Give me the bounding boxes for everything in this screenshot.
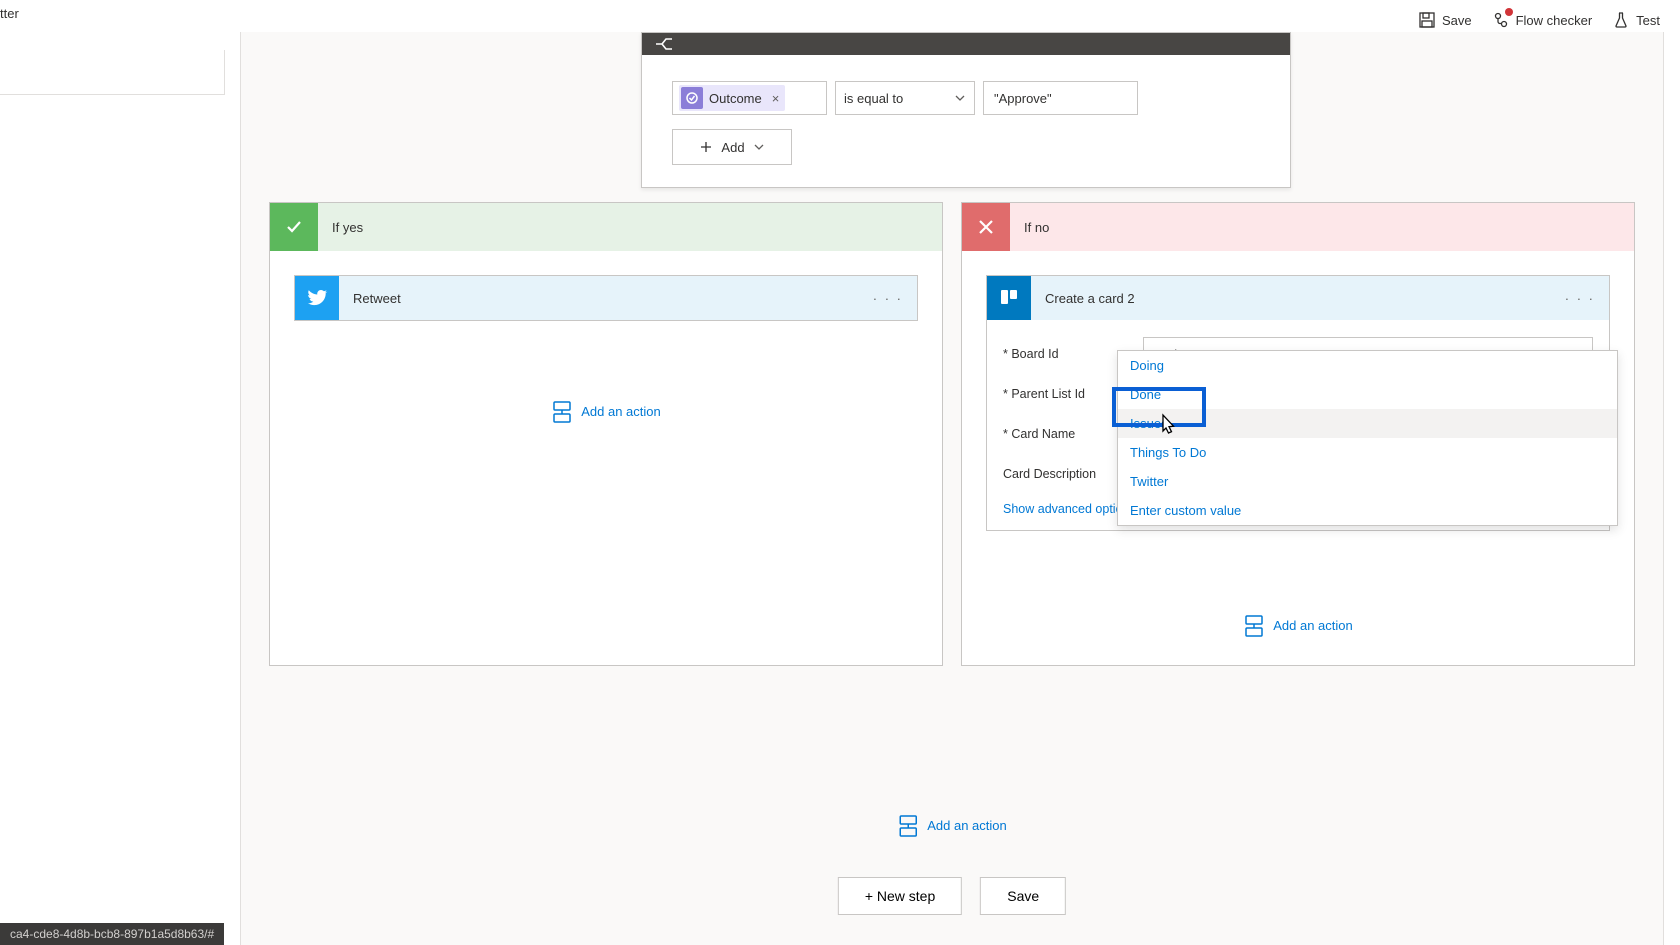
- if-yes-title: If yes: [318, 220, 363, 235]
- flow-checker-button[interactable]: Flow checker: [1492, 11, 1593, 29]
- test-button[interactable]: Test: [1612, 11, 1660, 29]
- flow-canvas: Outcome × is equal to "Approve": [240, 32, 1664, 945]
- add-action-label: Add an action: [927, 818, 1007, 833]
- condition-value-input[interactable]: "Approve": [983, 81, 1138, 115]
- yes-add-action-button[interactable]: Add an action: [294, 401, 918, 421]
- token-label: Outcome: [709, 91, 762, 106]
- save-button-bottom[interactable]: Save: [980, 877, 1066, 915]
- new-step-button[interactable]: + New step: [838, 877, 962, 915]
- chevron-down-icon: [753, 141, 765, 153]
- action-menu-icon[interactable]: · · ·: [873, 291, 917, 306]
- if-yes-header[interactable]: If yes: [270, 203, 942, 251]
- dropdown-item-twitter[interactable]: Twitter: [1118, 467, 1617, 496]
- if-yes-body: Retweet · · · Add an action: [270, 251, 942, 451]
- if-no-body: Create a card 2 · · · * Board Id Tasks: [962, 251, 1634, 665]
- bottom-add-action-button[interactable]: Add an action: [897, 815, 1007, 835]
- add-label: Add: [721, 140, 744, 155]
- retweet-title: Retweet: [339, 291, 873, 306]
- chevron-down-icon: [954, 92, 966, 104]
- branches: If yes Retweet · · · Add an: [269, 202, 1635, 666]
- dropdown-item-custom[interactable]: Enter custom value: [1118, 496, 1617, 525]
- if-no-title: If no: [1010, 220, 1049, 235]
- cursor-icon: [1157, 413, 1179, 439]
- left-panel: [0, 50, 225, 95]
- value-text: "Approve": [994, 91, 1052, 106]
- add-action-icon: [551, 401, 571, 421]
- if-yes-branch: If yes Retweet · · · Add an: [269, 202, 943, 666]
- add-action-label: Add an action: [1273, 618, 1353, 633]
- parent-list-dropdown: Doing Done Issues Things To Do Twitter E…: [1117, 350, 1618, 526]
- add-action-icon: [897, 815, 917, 835]
- trello-icon: [987, 276, 1031, 320]
- plus-icon: [699, 140, 713, 154]
- condition-card[interactable]: Outcome × is equal to "Approve": [641, 32, 1291, 188]
- add-action-label: Add an action: [581, 404, 661, 419]
- check-icon: [270, 203, 318, 251]
- add-action-icon: [1243, 615, 1263, 635]
- condition-header[interactable]: [642, 33, 1290, 55]
- flask-icon: [1612, 11, 1630, 29]
- status-bar: ca4-cde8-4d8b-bcb8-897b1a5d8b63/#: [0, 923, 224, 945]
- bottom-buttons: + New step Save: [838, 877, 1066, 915]
- advanced-label: Show advanced options: [1003, 502, 1136, 516]
- save-button[interactable]: Save: [1418, 11, 1472, 29]
- condition-operator-select[interactable]: is equal to: [835, 81, 975, 115]
- condition-icon: [642, 33, 686, 55]
- page-title-fragment: tter: [0, 0, 19, 21]
- save-icon: [1418, 11, 1436, 29]
- condition-left-operand[interactable]: Outcome ×: [672, 81, 827, 115]
- if-no-header[interactable]: If no: [962, 203, 1634, 251]
- if-no-branch: If no Create a card 2 · · · * Board Id: [961, 202, 1635, 666]
- condition-add-button[interactable]: Add: [672, 129, 792, 165]
- condition-body: Outcome × is equal to "Approve": [642, 55, 1290, 187]
- dropdown-item-things-to-do[interactable]: Things To Do: [1118, 438, 1617, 467]
- twitter-icon: [295, 276, 339, 320]
- retweet-action-card[interactable]: Retweet · · ·: [294, 275, 918, 321]
- action-menu-icon[interactable]: · · ·: [1565, 291, 1609, 306]
- flow-checker-icon: [1492, 11, 1510, 29]
- dropdown-item-doing[interactable]: Doing: [1118, 351, 1617, 380]
- create-card-title: Create a card 2: [1031, 291, 1565, 306]
- token-remove-icon[interactable]: ×: [768, 91, 780, 106]
- alert-badge-icon: [1505, 8, 1513, 16]
- dropdown-item-done[interactable]: Done: [1118, 380, 1617, 409]
- outcome-token[interactable]: Outcome ×: [679, 85, 785, 111]
- operator-label: is equal to: [844, 91, 903, 106]
- dropdown-item-issues[interactable]: Issues: [1118, 409, 1617, 438]
- no-add-action-button[interactable]: Add an action: [986, 615, 1610, 635]
- test-label: Test: [1636, 13, 1660, 28]
- dynamic-content-icon: [681, 87, 703, 109]
- flow-checker-label: Flow checker: [1516, 13, 1593, 28]
- save-label: Save: [1442, 13, 1472, 28]
- close-icon: [962, 203, 1010, 251]
